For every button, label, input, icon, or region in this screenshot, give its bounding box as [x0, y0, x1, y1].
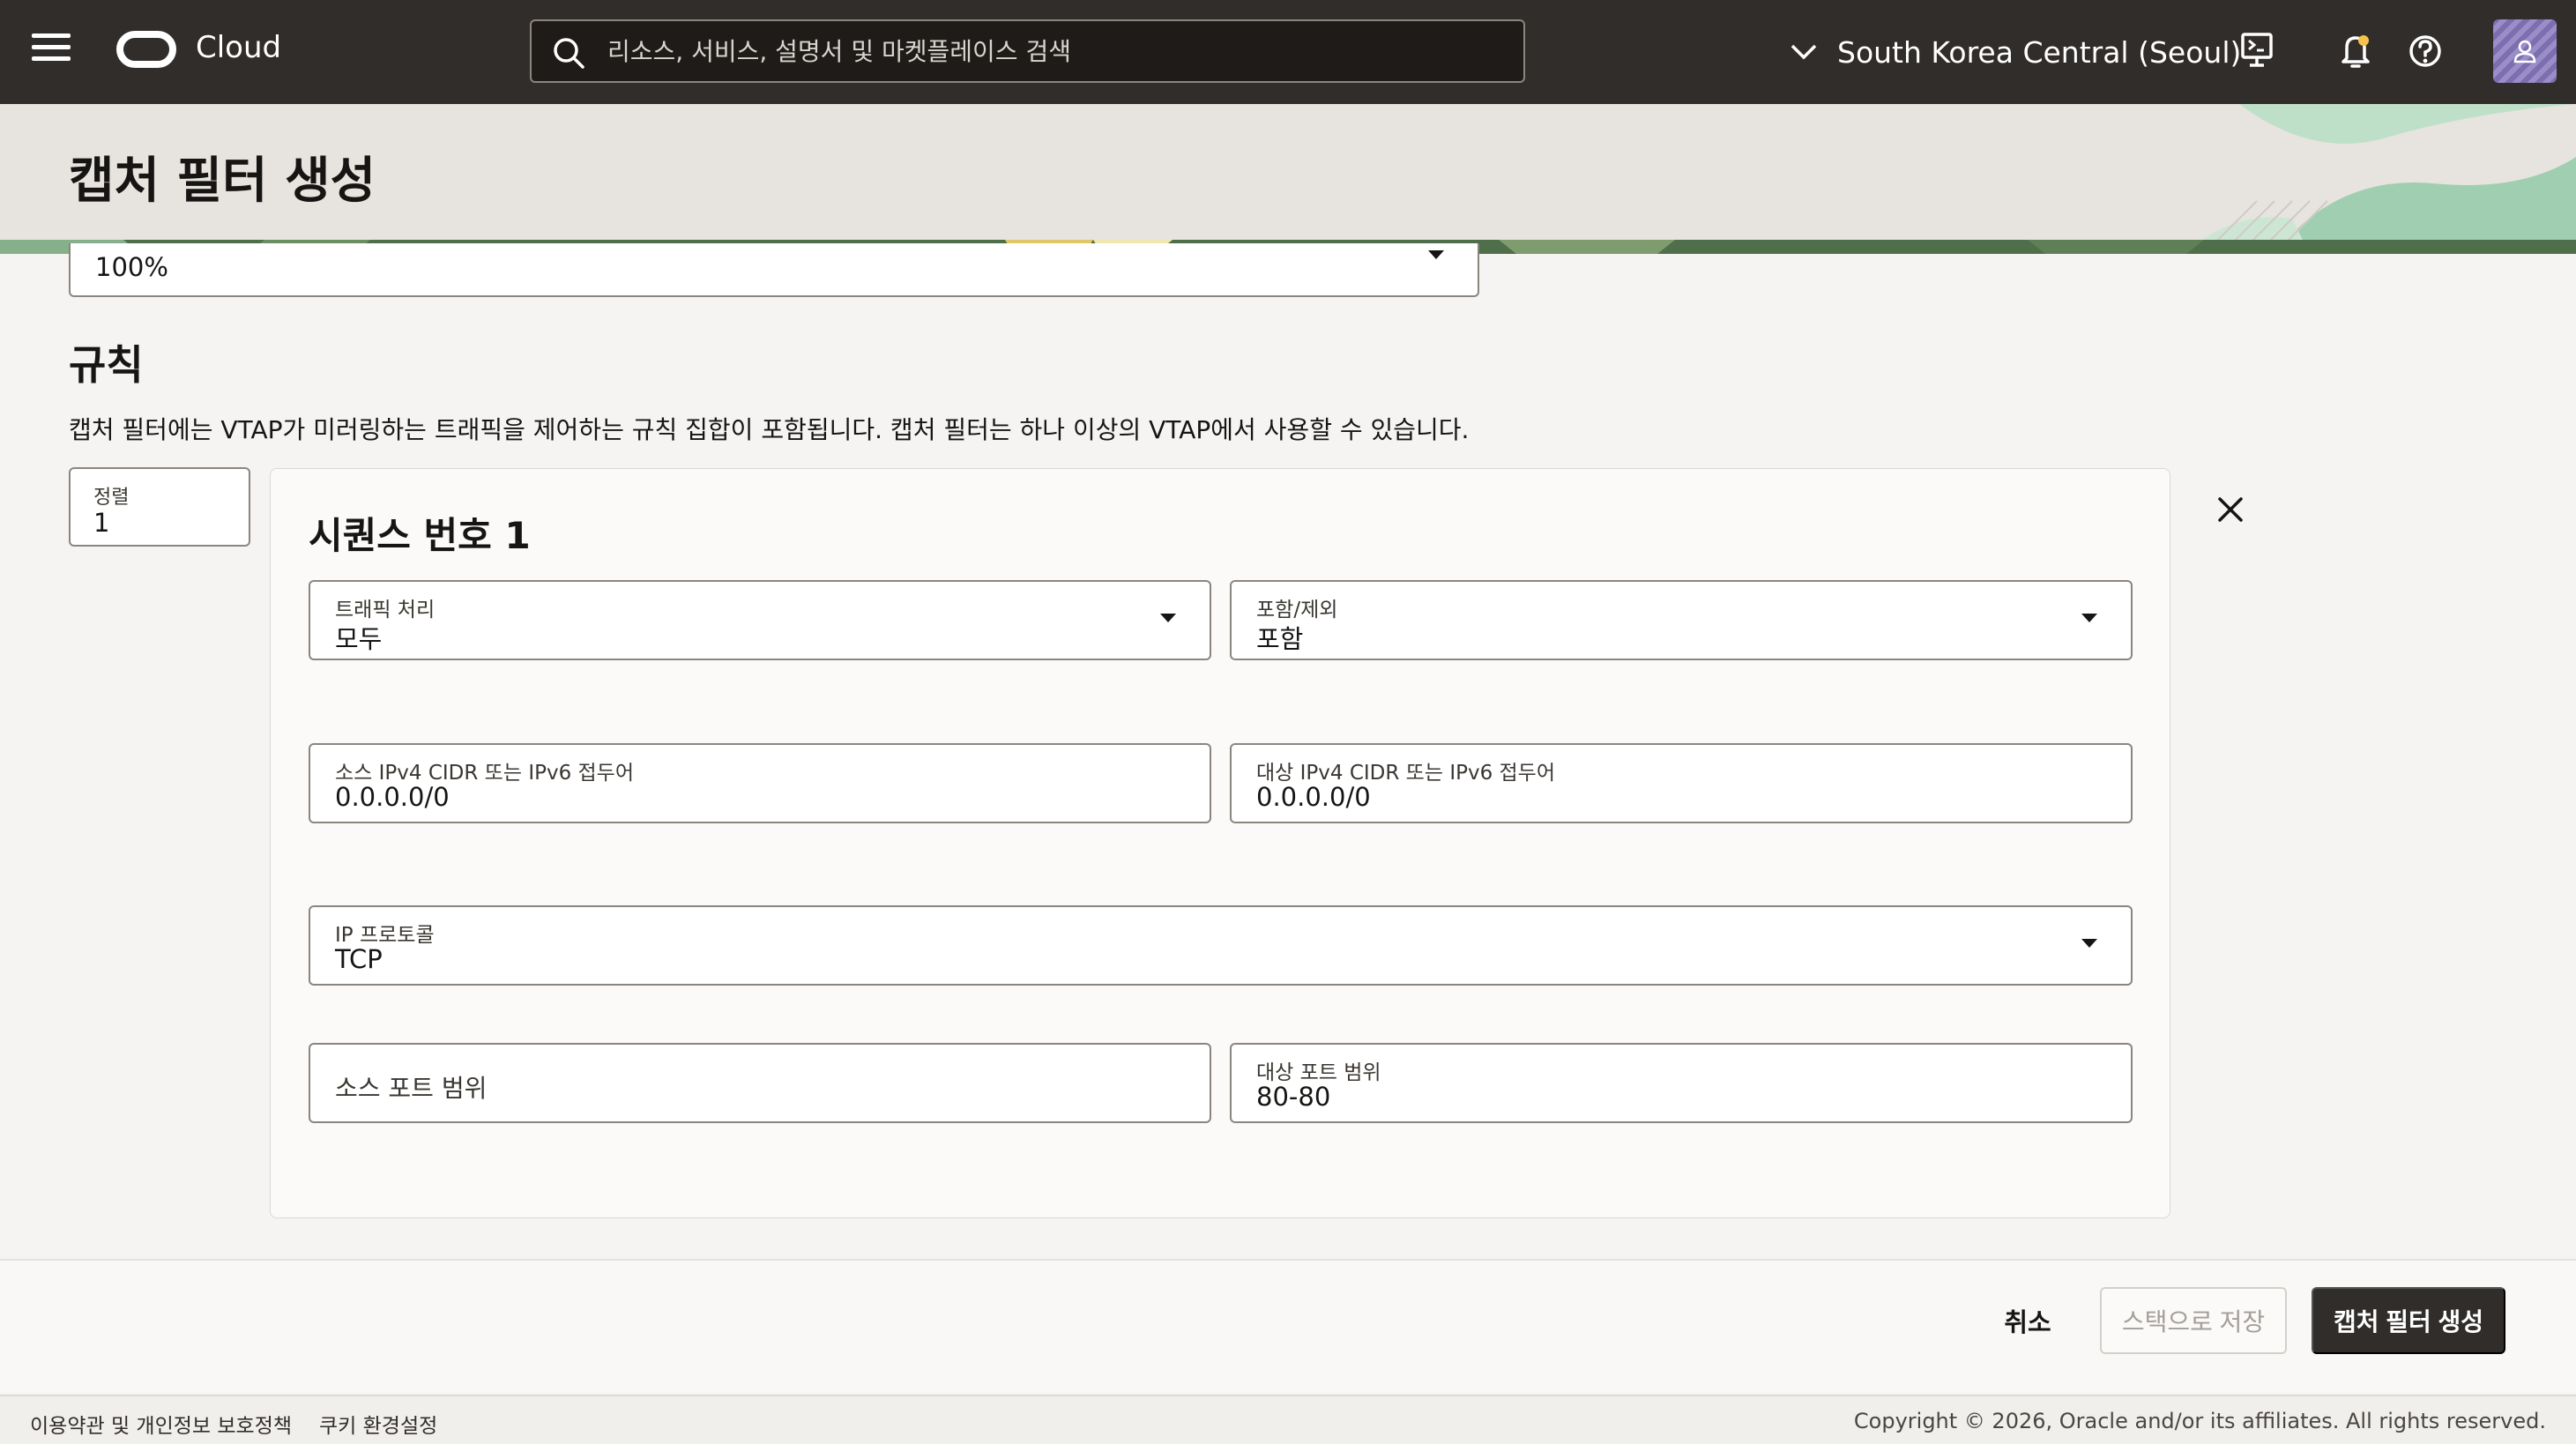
- dest-cidr-label: 대상 IPv4 CIDR 또는 IPv6 접두어: [1256, 762, 1556, 785]
- source-cidr-value: 0.0.0.0/0: [335, 782, 450, 812]
- source-cidr-field[interactable]: 소스 IPv4 CIDR 또는 IPv6 접두어 0.0.0.0/0: [309, 743, 1211, 823]
- create-capture-filter-button[interactable]: 캡처 필터 생성: [2312, 1287, 2505, 1354]
- search-bar[interactable]: [530, 19, 1525, 83]
- chevron-down-icon: [1791, 44, 1817, 60]
- page-header: 캡처 필터 생성: [0, 104, 2576, 254]
- source-port-range-field[interactable]: 소스 포트 범위: [309, 1043, 1211, 1123]
- order-value: 1: [93, 508, 110, 538]
- region-selector[interactable]: South Korea Central (Seoul): [1790, 30, 2241, 74]
- dest-port-range-field[interactable]: 대상 포트 범위 80-80: [1230, 1043, 2133, 1123]
- dest-cidr-field[interactable]: 대상 IPv4 CIDR 또는 IPv6 접두어 0.0.0.0/0: [1230, 743, 2133, 823]
- include-exclude-value: 포함: [1256, 624, 1304, 654]
- user-icon: [2513, 40, 2536, 63]
- caret-down-icon: [1428, 250, 1444, 259]
- caret-down-icon: [1160, 614, 1176, 622]
- include-exclude-label: 포함/제외: [1256, 599, 1338, 622]
- order-field[interactable]: 정렬 1: [69, 467, 250, 547]
- dest-port-range-value: 80-80: [1256, 1082, 1331, 1112]
- sampling-rate-select[interactable]: 100%: [69, 243, 1479, 297]
- help-icon[interactable]: [2407, 32, 2444, 71]
- search-input[interactable]: [607, 25, 1507, 78]
- ip-protocol-label: IP 프로토콜: [335, 924, 435, 947]
- sequence-title: 시퀀스 번호 1: [309, 514, 531, 557]
- source-cidr-label: 소스 IPv4 CIDR 또는 IPv6 접두어: [335, 762, 635, 785]
- page-title: 캡처 필터 생성: [69, 153, 376, 210]
- search-icon: [554, 38, 584, 69]
- ip-protocol-value: TCP: [335, 944, 383, 974]
- caret-down-icon: [2081, 614, 2097, 622]
- traffic-direction-value: 모두: [335, 624, 383, 654]
- traffic-direction-label: 트래픽 처리: [335, 599, 436, 622]
- page-footer: 이용약관 및 개인정보 보호정책 쿠키 환경설정 Copyright © 202…: [0, 1395, 2576, 1444]
- include-exclude-select[interactable]: 포함/제외 포함: [1230, 580, 2133, 660]
- caret-down-icon: [2081, 939, 2097, 948]
- traffic-direction-select[interactable]: 트래픽 처리 모두: [309, 580, 1211, 660]
- terms-privacy-link[interactable]: 이용약관 및 개인정보 보호정책: [30, 1409, 292, 1439]
- sampling-rate-value: 100%: [95, 252, 168, 282]
- rules-heading: 규칙: [69, 341, 144, 389]
- oracle-logo[interactable]: [116, 31, 176, 68]
- rules-description: 캡처 필터에는 VTAP가 미러링하는 트래픽을 제어하는 규칙 집합이 포함됩…: [69, 415, 1470, 444]
- close-icon[interactable]: [2213, 492, 2248, 527]
- brand-label[interactable]: Cloud: [196, 30, 281, 65]
- header-decoration: [0, 104, 2576, 254]
- bell-icon[interactable]: [2338, 32, 2373, 71]
- menu-icon[interactable]: [32, 33, 71, 69]
- user-avatar[interactable]: [2493, 19, 2557, 83]
- order-label: 정렬: [93, 487, 130, 509]
- save-as-stack-button[interactable]: 스택으로 저장: [2100, 1287, 2287, 1354]
- source-port-range-placeholder: 소스 포트 범위: [335, 1074, 488, 1103]
- copyright-text: Copyright © 2026, Oracle and/or its affi…: [1853, 1409, 2546, 1433]
- dest-port-range-label: 대상 포트 범위: [1256, 1061, 1381, 1084]
- ip-protocol-select[interactable]: IP 프로토콜 TCP: [309, 905, 2133, 986]
- cookie-preferences-link[interactable]: 쿠키 환경설정: [319, 1409, 437, 1439]
- top-navigation-bar: Cloud South Korea Central (Seoul): [0, 0, 2576, 104]
- cancel-button[interactable]: 취소: [1989, 1287, 2066, 1354]
- region-label: South Korea Central (Seoul): [1837, 34, 2242, 70]
- dest-cidr-value: 0.0.0.0/0: [1256, 782, 1371, 812]
- cloud-shell-icon[interactable]: [2239, 32, 2274, 71]
